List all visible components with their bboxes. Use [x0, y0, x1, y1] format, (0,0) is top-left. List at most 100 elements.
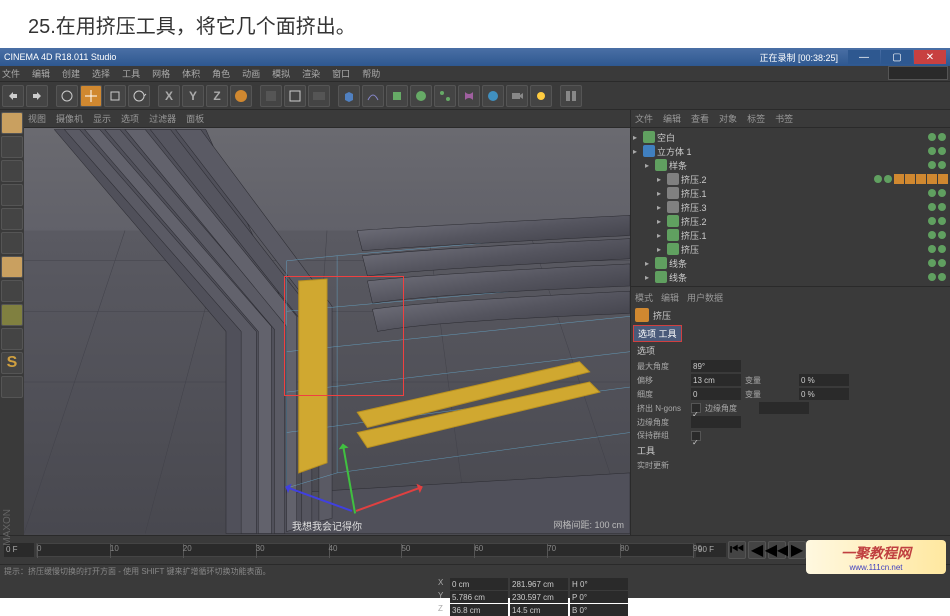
make-editable-button[interactable] [1, 112, 23, 134]
visibility-dot[interactable] [928, 217, 936, 225]
visibility-dot[interactable] [928, 203, 936, 211]
edge-mode-button[interactable] [1, 232, 23, 254]
attr-offset-value[interactable]: 13 cm [691, 374, 741, 386]
tweak-button[interactable] [1, 304, 23, 326]
vp-menu-options[interactable]: 选项 [121, 110, 139, 127]
om-tab-object[interactable]: 对象 [719, 112, 737, 125]
gizmo-y-axis[interactable] [342, 444, 356, 513]
visibility-dot[interactable] [928, 231, 936, 239]
visibility-dot[interactable] [938, 259, 946, 267]
attr-subdiv-value[interactable]: 0 [691, 388, 741, 400]
tree-row[interactable]: ▸线条 [633, 270, 948, 284]
coord-pos-field[interactable]: 0 cm [450, 578, 508, 590]
viewport-solo-button[interactable] [1, 328, 23, 350]
attr-keepgroups-check[interactable] [691, 431, 701, 441]
texture-mode-button[interactable] [1, 160, 23, 182]
vp-menu-panel[interactable]: 面板 [186, 110, 204, 127]
visibility-dot[interactable] [938, 133, 946, 141]
attr-var1-value[interactable]: 0 % [799, 374, 849, 386]
menu-file[interactable]: 文件 [2, 66, 20, 81]
vp-menu-camera[interactable]: 摄像机 [56, 110, 83, 127]
tree-row[interactable]: ▸挤压.1 [633, 228, 948, 242]
gizmo-x-axis[interactable] [356, 486, 422, 512]
tree-row[interactable]: ▸挤压 [633, 242, 948, 256]
light-button[interactable] [530, 85, 552, 107]
tree-row[interactable]: ▸样条 [633, 158, 948, 172]
attr-tab-userdata[interactable]: 用户数据 [687, 291, 723, 304]
selection-tag-icon[interactable] [938, 174, 948, 184]
axis-y-button[interactable]: Y [182, 85, 204, 107]
visibility-dot[interactable] [928, 147, 936, 155]
om-tab-tags[interactable]: 标签 [747, 112, 765, 125]
snap-button[interactable]: S [1, 352, 23, 374]
world-axis-button[interactable] [230, 85, 252, 107]
gizmo-z-axis[interactable] [286, 486, 352, 512]
coord-size-field[interactable]: 281.967 cm [510, 578, 568, 590]
generator-button[interactable] [386, 85, 408, 107]
menu-tools[interactable]: 工具 [122, 66, 140, 81]
goto-start-button[interactable]: ⏮ [728, 541, 746, 559]
camera-button[interactable] [506, 85, 528, 107]
menu-edit[interactable]: 编辑 [32, 66, 50, 81]
tree-row[interactable]: ▸挤压.2 [633, 214, 948, 228]
close-button[interactable]: ✕ [914, 50, 946, 64]
visibility-dot[interactable] [928, 133, 936, 141]
visibility-dot[interactable] [938, 203, 946, 211]
play-back-button[interactable]: ◀◀ [768, 541, 786, 559]
poly-mode-button[interactable] [1, 256, 23, 278]
render-view-button[interactable] [260, 85, 282, 107]
viewport-3d[interactable]: 网格间距: 100 cm 我想我会记得你 [24, 128, 630, 535]
spline-button[interactable] [362, 85, 384, 107]
workplane-snap-button[interactable] [1, 376, 23, 398]
live-select-button[interactable] [56, 85, 78, 107]
menu-render[interactable]: 渲染 [302, 66, 320, 81]
workplane-button[interactable] [1, 184, 23, 206]
timeline-ruler[interactable]: 0102030405060708090 [36, 543, 694, 557]
coord-size-field[interactable]: 230.597 cm [510, 591, 568, 603]
coord-size-field[interactable]: 14.5 cm [510, 604, 568, 616]
rotate-button[interactable] [128, 85, 150, 107]
menu-select[interactable]: 选择 [92, 66, 110, 81]
coord-rot-field[interactable]: P 0° [570, 591, 628, 603]
prev-frame-button[interactable]: ◀ [748, 541, 766, 559]
tree-row[interactable]: ▸空白 [633, 130, 948, 144]
attr-maxangle-value[interactable]: 89° [691, 360, 741, 372]
attr-edge-value[interactable] [759, 402, 809, 414]
coord-pos-field[interactable]: 36.8 cm [450, 604, 508, 616]
menu-animate[interactable]: 动画 [242, 66, 260, 81]
attr-edgeangle-value[interactable] [691, 416, 741, 428]
vp-menu-filter[interactable]: 过滤器 [149, 110, 176, 127]
visibility-dot[interactable] [884, 175, 892, 183]
tree-row[interactable]: ▸立方体 1 [633, 144, 948, 158]
menu-help[interactable]: 帮助 [362, 66, 380, 81]
visibility-dot[interactable] [928, 273, 936, 281]
om-tab-edit[interactable]: 编辑 [663, 112, 681, 125]
visibility-dot[interactable] [938, 245, 946, 253]
attr-ngons-check[interactable] [691, 403, 701, 413]
visibility-dot[interactable] [938, 189, 946, 197]
move-button[interactable] [80, 85, 102, 107]
subdivision-button[interactable] [410, 85, 432, 107]
tree-row[interactable]: ▸挤压.2 [633, 172, 948, 186]
tree-row[interactable]: ▸线条 [633, 256, 948, 270]
scale-button[interactable] [104, 85, 126, 107]
visibility-dot[interactable] [938, 161, 946, 169]
search-input[interactable] [888, 66, 948, 80]
visibility-dot[interactable] [938, 217, 946, 225]
om-tab-view[interactable]: 查看 [691, 112, 709, 125]
om-tab-bookmark[interactable]: 书签 [775, 112, 793, 125]
menu-create[interactable]: 创建 [62, 66, 80, 81]
minimize-button[interactable]: — [848, 50, 880, 64]
render-settings-button[interactable] [284, 85, 306, 107]
coord-rot-field[interactable]: B 0° [570, 604, 628, 616]
visibility-dot[interactable] [928, 189, 936, 197]
layout-button[interactable] [560, 85, 582, 107]
menu-simulate[interactable]: 模拟 [272, 66, 290, 81]
attr-var2-value[interactable]: 0 % [799, 388, 849, 400]
visibility-dot[interactable] [938, 273, 946, 281]
axis-mode-button[interactable] [1, 280, 23, 302]
point-mode-button[interactable] [1, 208, 23, 230]
attr-subtab-options[interactable]: 选项 工具 [633, 325, 682, 342]
play-button[interactable]: ▶ [788, 541, 806, 559]
visibility-dot[interactable] [874, 175, 882, 183]
